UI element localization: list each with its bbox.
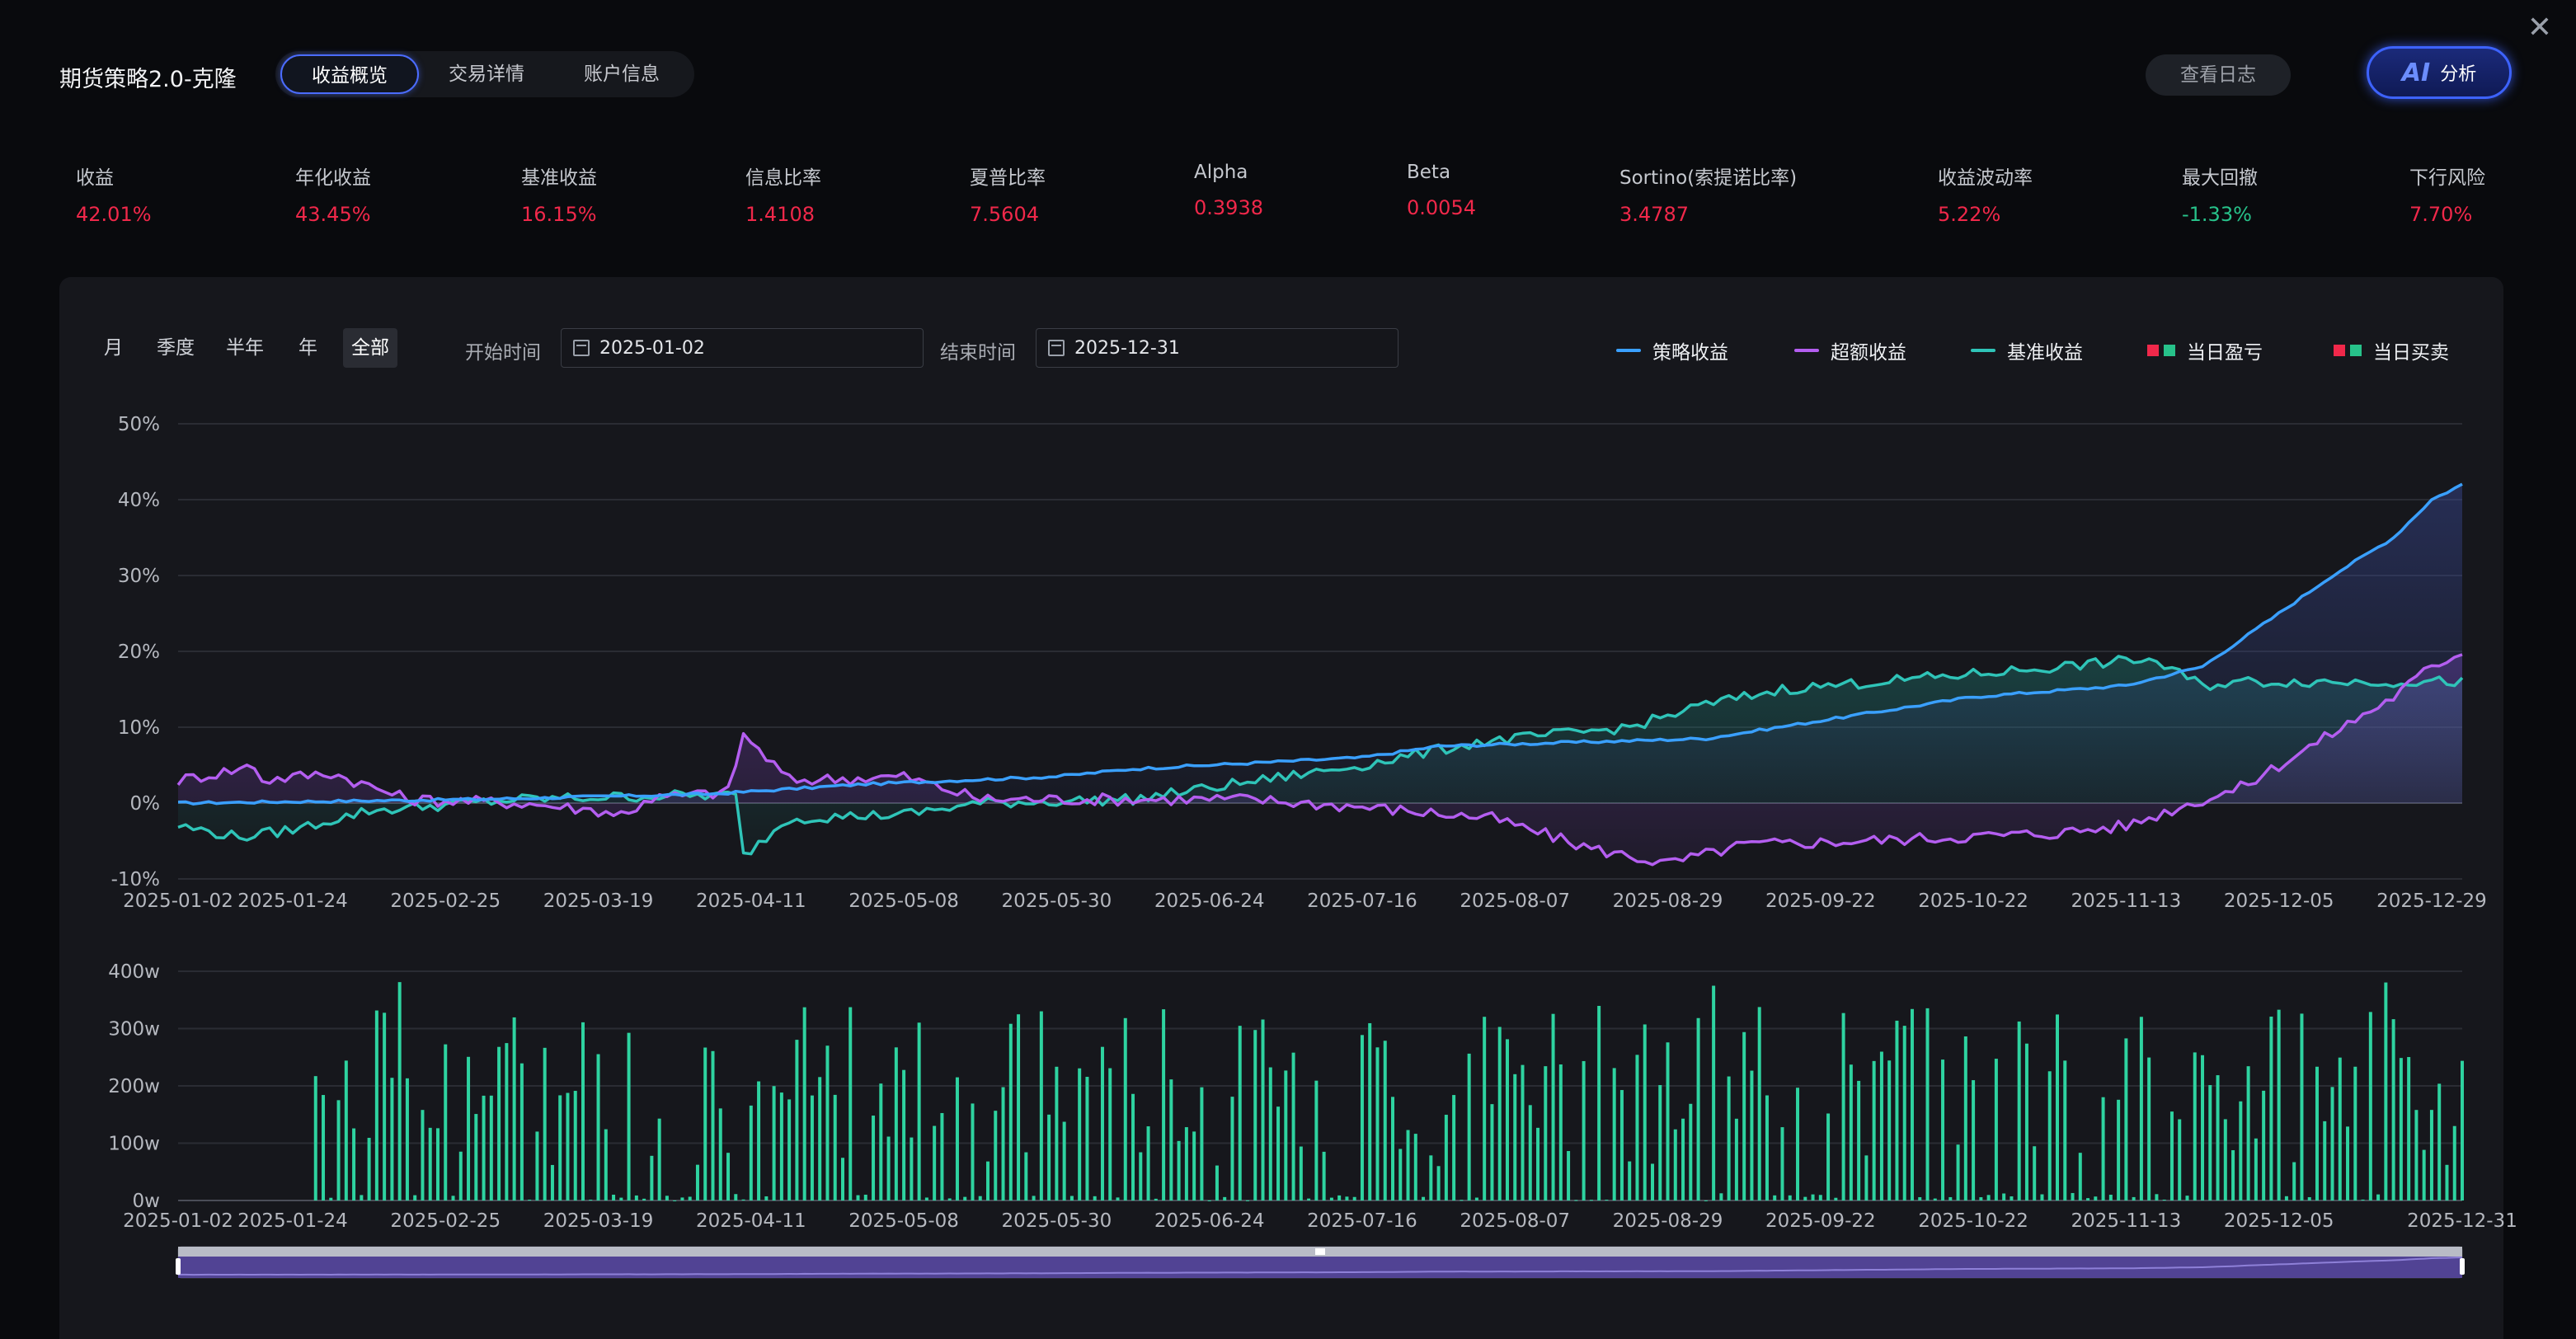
metric-label: Beta <box>1407 162 1451 183</box>
period-all[interactable]: 全部 <box>343 328 397 368</box>
legend-square-green <box>2350 345 2362 356</box>
start-date-input[interactable]: 2025-01-02 <box>561 328 924 368</box>
legend-benchmark[interactable]: 基准收益 <box>1971 336 2083 364</box>
metric-value: 0.0054 <box>1407 196 1476 219</box>
legend-line-swatch <box>1616 349 1641 352</box>
metric-value: -1.33% <box>2182 203 2252 226</box>
legend-excess[interactable]: 超额收益 <box>1794 336 1906 364</box>
metric-label: 年化收益 <box>295 167 371 189</box>
legend-daily-pnl[interactable]: 当日盈亏 <box>2147 336 2263 364</box>
start-time-label: 开始时间 <box>465 342 541 364</box>
metric-sortino: Sortino(索提诺比率) 3.4787 <box>1619 162 1797 226</box>
metric-value: 42.01% <box>76 203 152 226</box>
metric-sharpe-ratio: 夏普比率 7.5604 <box>970 162 1046 226</box>
metric-value: 1.4108 <box>745 203 815 226</box>
ai-analysis-label: 分析 <box>2440 64 2477 85</box>
calendar-icon <box>1048 340 1065 356</box>
legend-label: 超额收益 <box>1831 342 1906 364</box>
tab-overview[interactable]: 收益概览 <box>280 54 419 94</box>
metric-label: Alpha <box>1194 162 1248 183</box>
metric-label: 下行风险 <box>2409 167 2485 189</box>
metric-label: 基准收益 <box>521 167 597 189</box>
close-icon[interactable]: ✕ <box>2523 12 2556 45</box>
metric-label: 信息比率 <box>745 167 821 189</box>
legend-daily-trades[interactable]: 当日买卖 <box>2334 336 2449 364</box>
legend-label: 策略收益 <box>1652 342 1728 364</box>
metric-label: 夏普比率 <box>970 167 1046 189</box>
metric-max-drawdown: 最大回撤 -1.33% <box>2182 162 2258 226</box>
end-time-label: 结束时间 <box>940 342 1016 364</box>
legend-square-red <box>2147 345 2159 356</box>
metric-value: 16.15% <box>521 203 597 226</box>
metric-label: 最大回撤 <box>2182 167 2258 189</box>
calendar-icon <box>573 340 590 356</box>
metric-volatility: 收益波动率 5.22% <box>1938 162 2033 226</box>
strategy-dialog: ✕ 期货策略2.0-克隆 收益概览 交易详情 账户信息 查看日志 AI 分析 收… <box>0 0 2576 1339</box>
chart-panel: 月 季度 半年 年 全部 开始时间 2025-01-02 结束时间 2025-1… <box>59 277 2503 1339</box>
legend-line-swatch <box>1971 349 1995 352</box>
legend-square-green <box>2164 345 2175 356</box>
tab-account-info[interactable]: 账户信息 <box>554 54 689 94</box>
metric-return: 收益 42.01% <box>76 162 152 226</box>
period-half-year[interactable]: 半年 <box>218 328 272 368</box>
metric-benchmark-return: 基准收益 16.15% <box>521 162 597 226</box>
metric-value: 5.22% <box>1938 203 2001 226</box>
start-date-value: 2025-01-02 <box>599 337 705 359</box>
metric-information-ratio: 信息比率 1.4108 <box>745 162 821 226</box>
metric-alpha: Alpha 0.3938 <box>1194 162 1263 219</box>
metric-beta: Beta 0.0054 <box>1407 162 1476 219</box>
view-log-button[interactable]: 查看日志 <box>2146 54 2291 96</box>
ai-analysis-button[interactable]: AI 分析 <box>2367 46 2512 99</box>
legend-label: 当日盈亏 <box>2187 342 2263 364</box>
ai-logo-icon: AI <box>2401 58 2431 87</box>
tab-trade-details[interactable]: 交易详情 <box>419 54 554 94</box>
metric-downside-risk: 下行风险 7.70% <box>2409 162 2485 226</box>
metric-label: 收益波动率 <box>1938 167 2033 189</box>
legend-strategy[interactable]: 策略收益 <box>1616 336 1728 364</box>
metric-value: 7.5604 <box>970 203 1039 226</box>
metrics-row: 收益 42.01% 年化收益 43.45% 基准收益 16.15% 信息比率 1.410… <box>76 162 2517 228</box>
metric-value: 7.70% <box>2409 203 2473 226</box>
period-month[interactable]: 月 <box>96 328 131 368</box>
end-date-value: 2025-12-31 <box>1074 337 1180 359</box>
period-year[interactable]: 年 <box>290 328 326 368</box>
page-title: 期货策略2.0-克隆 <box>59 67 237 92</box>
end-date-input[interactable]: 2025-12-31 <box>1036 328 1398 368</box>
tab-bar: 收益概览 交易详情 账户信息 <box>275 51 694 97</box>
metric-label: 收益 <box>76 167 114 189</box>
metric-value: 43.45% <box>295 203 371 226</box>
metric-value: 3.4787 <box>1619 203 1689 226</box>
period-quarter[interactable]: 季度 <box>148 328 203 368</box>
metric-value: 0.3938 <box>1194 196 1263 219</box>
metric-annual-return: 年化收益 43.45% <box>295 162 371 226</box>
metric-label: Sortino(索提诺比率) <box>1619 167 1798 189</box>
legend-square-red <box>2334 345 2345 356</box>
legend-line-swatch <box>1794 349 1819 352</box>
legend-label: 基准收益 <box>2007 342 2083 364</box>
legend-label: 当日买卖 <box>2373 342 2449 364</box>
